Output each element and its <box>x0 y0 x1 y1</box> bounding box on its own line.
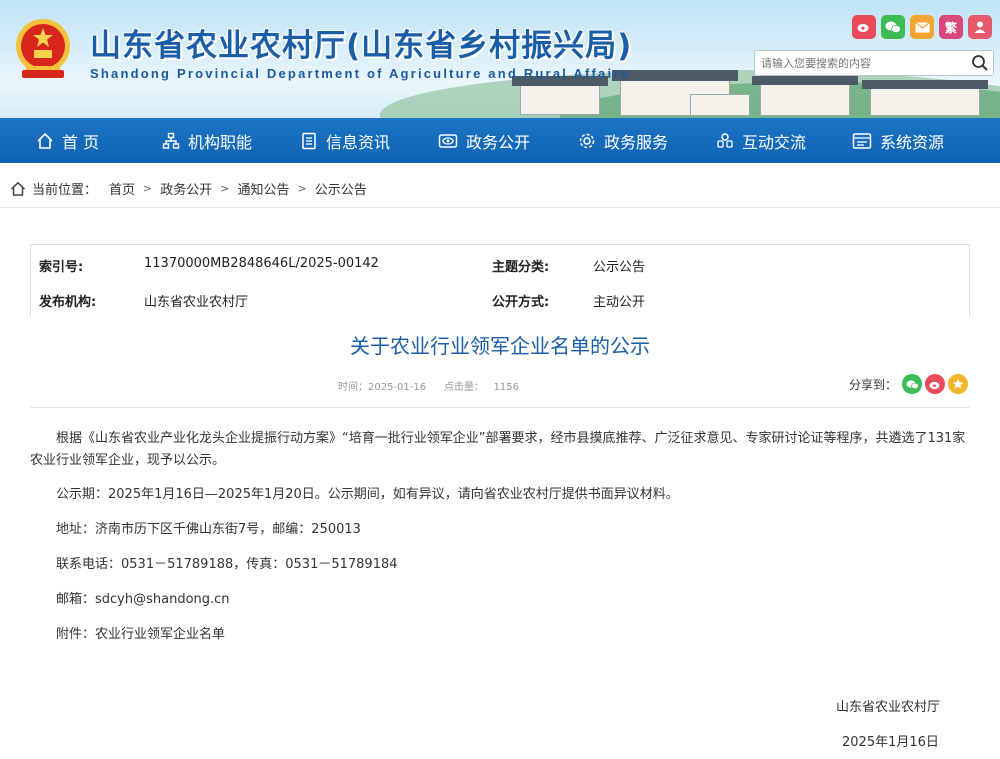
meta-topic-value: 公示公告 <box>593 260 646 275</box>
meta-publisher-key: 发布机构: <box>39 295 97 310</box>
user-icon[interactable] <box>968 15 992 39</box>
document-meta-table: 索引号: 11370000MB2848646L/2025-00142 主题分类:… <box>30 244 970 316</box>
breadcrumb-item-public-announcements[interactable]: 公示公告 <box>315 179 367 198</box>
article-clicks-value: 1156 <box>493 382 519 393</box>
meta-open-key: 公开方式: <box>492 295 550 310</box>
article-attachment[interactable]: 附件：农业行业领军企业名单 <box>56 624 970 646</box>
chevron-right-icon: > <box>297 182 307 195</box>
chevron-right-icon: > <box>220 182 230 195</box>
nav-item-interaction[interactable]: 互动交流 <box>716 118 806 163</box>
site-subtitle: Shandong Provincial Department of Agricu… <box>90 66 630 81</box>
share-weibo-icon[interactable] <box>925 374 945 394</box>
chat-icon <box>717 132 733 148</box>
breadcrumb-item-gov-affairs-open[interactable]: 政务公开 <box>160 179 212 198</box>
gear-icon <box>579 133 595 148</box>
nav-item-gov-services[interactable]: 政务服务 <box>578 118 668 163</box>
nav-item-system-resources[interactable]: 系统资源 <box>852 118 944 163</box>
article-paragraph: 邮箱：sdcyh@shandong.cn <box>56 592 230 607</box>
search-input[interactable] <box>761 54 961 72</box>
article-clicks: 点击量： 1156 <box>444 378 519 393</box>
nav-item-home[interactable]: 首 页 <box>36 118 99 163</box>
nav-item-gov-affairs-open[interactable]: 政务公开 <box>438 118 530 163</box>
mail-icon[interactable] <box>910 15 934 39</box>
wechat-icon[interactable] <box>881 15 905 39</box>
search-box <box>754 50 994 76</box>
article-time-value: 2025-01-16 <box>368 382 427 393</box>
traditional-chinese-icon[interactable]: 繁 <box>939 15 963 39</box>
breadcrumb-item-home[interactable]: 首页 <box>109 179 135 198</box>
eye-icon <box>438 133 458 148</box>
meta-index-value: 11370000MB2848646L/2025-00142 <box>144 256 379 271</box>
meta-publisher-value: 山东省农业农村厅 <box>144 295 249 310</box>
share-wechat-icon[interactable] <box>902 374 922 394</box>
article-date: 2025年1月16日 <box>842 735 939 750</box>
chevron-right-icon: > <box>143 182 153 195</box>
article-signature: 山东省农业农村厅 <box>836 700 941 715</box>
share-label: 分享到： <box>849 378 898 392</box>
search-icon[interactable] <box>971 54 989 72</box>
meta-index-key: 索引号: <box>39 260 84 275</box>
article-divider <box>30 407 970 408</box>
home-icon <box>10 181 26 196</box>
article-title: 关于农业行业领军企业名单的公示 <box>350 334 650 358</box>
nav-item-label: 政务公开 <box>466 132 531 152</box>
national-emblem-icon <box>16 19 70 78</box>
nav-item-label: 首 页 <box>62 132 100 152</box>
nav-item-label: 信息资讯 <box>326 132 391 152</box>
site-header: 山东省农业农村厅(山东省乡村振兴局) Shandong Provincial D… <box>0 0 1000 118</box>
share-qzone-icon[interactable] <box>948 374 968 394</box>
meta-topic-key: 主题分类: <box>492 260 550 275</box>
main-nav: 首 页 机构职能 信息资讯 政务公开 政务服务 互动交流 系统资源 <box>0 118 1000 163</box>
article-paragraph: 公示期：2025年1月16日—2025年1月20日。公示期间，如有异议，请向省农… <box>56 487 679 502</box>
system-icon <box>852 132 872 149</box>
breadcrumb-label: 当前位置： <box>32 183 98 198</box>
article-paragraph: 联系电话：0531－51789188，传真：0531－51789184 <box>56 557 398 572</box>
org-chart-icon <box>162 132 180 149</box>
nav-item-label: 机构职能 <box>188 132 253 152</box>
breadcrumb: 当前位置： 首页 > 政务公开 > 通知公告 > 公示公告 <box>0 170 1000 208</box>
nav-item-news[interactable]: 信息资讯 <box>300 118 390 163</box>
article-clicks-label: 点击量： <box>444 382 484 393</box>
site-title: 山东省农业农村厅(山东省乡村振兴局) <box>90 28 633 64</box>
nav-item-label: 系统资源 <box>880 132 945 152</box>
breadcrumb-item-notices[interactable]: 通知公告 <box>237 179 289 198</box>
article-time: 时间：2025-01-16 <box>338 378 426 393</box>
nav-item-label: 互动交流 <box>742 132 807 152</box>
meta-open-value: 主动公开 <box>593 295 646 310</box>
document-icon <box>302 132 316 149</box>
home-icon <box>37 132 53 149</box>
weibo-icon[interactable] <box>852 15 876 39</box>
article-time-label: 时间： <box>338 382 368 393</box>
article-paragraph: 根据《山东省农业产业化龙头企业提振行动方案》“培育一批行业领军企业”部署要求，经… <box>30 431 966 468</box>
nav-item-organization[interactable]: 机构职能 <box>162 118 252 163</box>
article-paragraph: 地址：济南市历下区千佛山东街7号，邮编：250013 <box>56 522 361 537</box>
nav-item-label: 政务服务 <box>604 132 669 152</box>
